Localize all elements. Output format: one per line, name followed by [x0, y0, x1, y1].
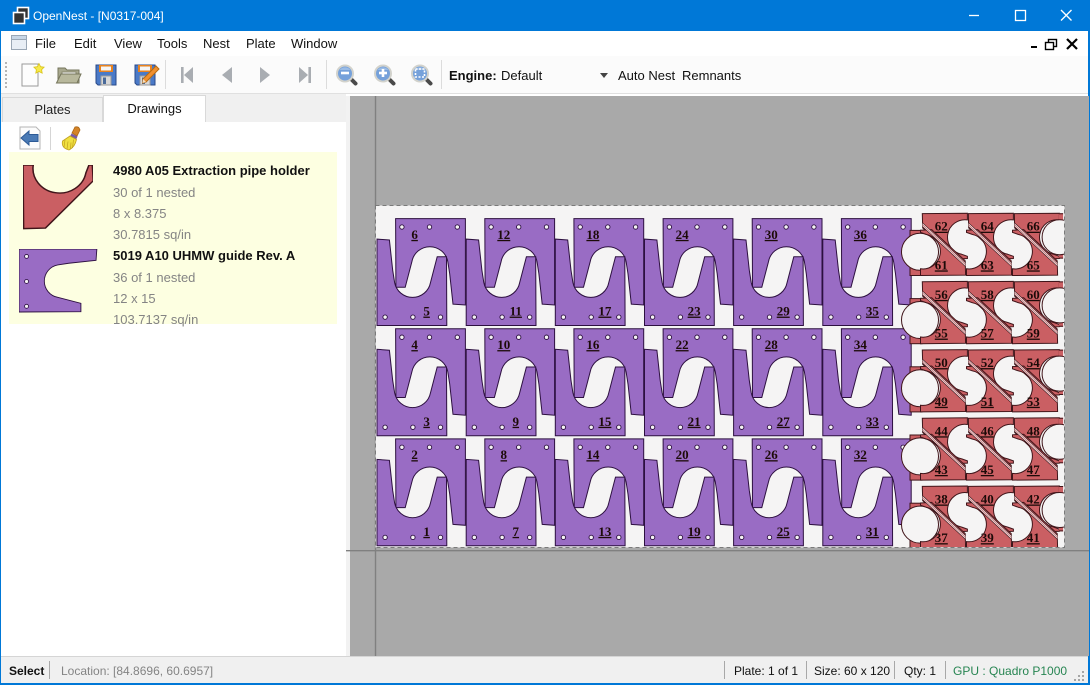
svg-text:44: 44 [935, 423, 949, 438]
svg-text:32: 32 [854, 447, 867, 462]
svg-text:53: 53 [1027, 394, 1041, 409]
svg-text:57: 57 [981, 326, 995, 341]
svg-text:64: 64 [981, 219, 995, 234]
svg-text:2: 2 [411, 447, 418, 462]
svg-text:18: 18 [586, 227, 600, 242]
svg-text:9: 9 [513, 414, 520, 429]
svg-text:7: 7 [513, 524, 520, 539]
svg-text:3: 3 [423, 414, 430, 429]
svg-text:26: 26 [765, 447, 779, 462]
svg-text:31: 31 [866, 524, 879, 539]
svg-text:17: 17 [598, 304, 612, 319]
svg-text:4: 4 [411, 337, 418, 352]
svg-text:54: 54 [1027, 355, 1041, 370]
svg-text:27: 27 [777, 414, 791, 429]
svg-text:19: 19 [688, 524, 702, 539]
svg-text:41: 41 [1027, 530, 1040, 545]
svg-text:56: 56 [935, 287, 949, 302]
svg-text:13: 13 [598, 524, 612, 539]
svg-text:34: 34 [854, 337, 868, 352]
svg-text:1: 1 [423, 524, 430, 539]
svg-text:24: 24 [676, 227, 690, 242]
svg-text:50: 50 [935, 355, 948, 370]
svg-text:30: 30 [765, 227, 778, 242]
svg-text:39: 39 [981, 530, 995, 545]
svg-text:63: 63 [981, 257, 995, 272]
svg-text:16: 16 [586, 337, 600, 352]
svg-text:35: 35 [866, 304, 880, 319]
svg-text:22: 22 [676, 337, 689, 352]
svg-text:58: 58 [981, 287, 995, 302]
svg-text:66: 66 [1027, 219, 1041, 234]
svg-text:65: 65 [1027, 257, 1041, 272]
svg-text:8: 8 [501, 447, 508, 462]
svg-text:20: 20 [676, 447, 689, 462]
svg-text:40: 40 [981, 492, 994, 507]
svg-text:12: 12 [497, 227, 510, 242]
svg-text:10: 10 [497, 337, 510, 352]
svg-text:46: 46 [981, 423, 995, 438]
svg-text:28: 28 [765, 337, 779, 352]
svg-text:21: 21 [688, 414, 701, 429]
svg-text:49: 49 [935, 394, 949, 409]
svg-text:5: 5 [423, 304, 430, 319]
svg-text:48: 48 [1027, 423, 1041, 438]
svg-text:37: 37 [935, 530, 949, 545]
svg-text:11: 11 [510, 304, 522, 319]
svg-text:61: 61 [935, 257, 948, 272]
svg-text:55: 55 [935, 326, 949, 341]
svg-text:33: 33 [866, 414, 880, 429]
svg-text:14: 14 [586, 447, 600, 462]
svg-text:15: 15 [598, 414, 612, 429]
svg-text:43: 43 [935, 462, 949, 477]
svg-text:6: 6 [411, 227, 418, 242]
svg-text:38: 38 [935, 492, 949, 507]
svg-text:59: 59 [1027, 326, 1041, 341]
svg-text:47: 47 [1027, 462, 1041, 477]
svg-text:62: 62 [935, 219, 948, 234]
svg-text:45: 45 [981, 462, 995, 477]
svg-text:60: 60 [1027, 287, 1040, 302]
svg-text:25: 25 [777, 524, 791, 539]
svg-text:42: 42 [1027, 492, 1040, 507]
svg-text:52: 52 [981, 355, 994, 370]
svg-text:23: 23 [688, 304, 702, 319]
svg-text:36: 36 [854, 227, 868, 242]
svg-text:51: 51 [981, 394, 994, 409]
svg-text:29: 29 [777, 304, 791, 319]
